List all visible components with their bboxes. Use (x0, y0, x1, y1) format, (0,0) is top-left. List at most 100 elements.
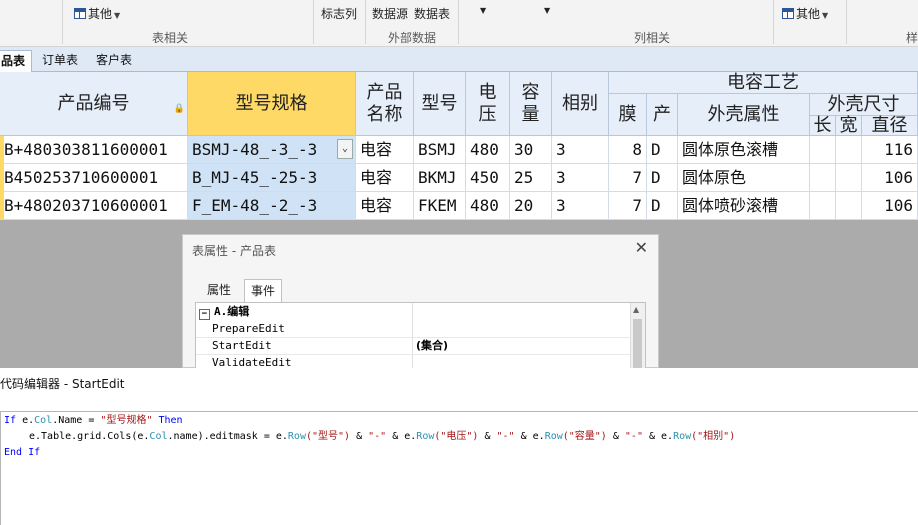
cell-model[interactable]: BSMJ (414, 136, 466, 164)
code-token: Row (287, 431, 306, 442)
document-tab-bar: 品表 订单表 客户表 (0, 47, 918, 72)
other-button-2[interactable]: 其他 ▼ (782, 5, 828, 22)
code-line-2[interactable]: e.Table.grid.Cols(e.Col.name).editmask =… (29, 430, 735, 444)
property-category[interactable]: − A.编辑 (196, 304, 632, 320)
cell-shell-attr[interactable]: 圆体喷砂滚槽 (678, 192, 810, 220)
tab-product-table[interactable]: 品表 (0, 50, 33, 72)
cell-length[interactable] (810, 192, 836, 220)
cell-name[interactable]: 电容 (356, 192, 414, 220)
property-value[interactable]: (集合) (416, 337, 448, 354)
column-header-diameter[interactable]: 直径 (862, 115, 918, 136)
cell-capacity[interactable]: 20 (510, 192, 552, 220)
code-string: ("型号") (305, 431, 351, 442)
chevron-down-icon[interactable]: ⌄ (337, 139, 353, 159)
cell-spec[interactable]: F_EM-48_-2_-3 (188, 192, 356, 220)
code-token: .name).editmask = e. (167, 431, 288, 442)
cell-film[interactable]: 8 (609, 136, 647, 164)
cell-model[interactable]: BKMJ (414, 164, 466, 192)
cell-length[interactable] (810, 164, 836, 192)
cell-voltage[interactable]: 480 (466, 192, 510, 220)
table-properties-dialog: 表属性 - 产品表 ✕ 属性 事件 − A.编辑 PrepareEdit Star… (182, 234, 659, 369)
data-source-button[interactable]: 数据源 (372, 5, 408, 22)
dropdown-arrow-icon[interactable]: ▼ (480, 6, 486, 15)
column-header-width[interactable]: 宽 (836, 115, 862, 136)
cell-product-no[interactable]: B450253710600001 (0, 164, 188, 192)
cell-shell-attr[interactable]: 圆体原色滚槽 (678, 136, 810, 164)
cell-width[interactable] (836, 164, 862, 192)
column-header-film[interactable]: 膜 (609, 94, 647, 136)
cell-name[interactable]: 电容 (356, 164, 414, 192)
group-label-column: 列相关 (634, 31, 671, 45)
ribbon: 其他 ▼ 表相关 标志列 数据源 数据表 外部数据 ▼ ▼ 列相关 其他 ▼ 样 (0, 0, 918, 47)
tab-properties[interactable]: 属性 (201, 279, 237, 301)
cell-phase[interactable]: 3 (552, 136, 609, 164)
code-editor-title: 代码编辑器 - StartEdit (0, 377, 125, 391)
cell-product-no[interactable]: B+480303811600001 (0, 136, 188, 164)
column-header-product-no[interactable]: 产品编号 🔒 (0, 72, 188, 136)
cell-product-no[interactable]: B+480203710600001 (0, 192, 188, 220)
column-header-prod[interactable]: 产 (647, 94, 678, 136)
cell-diameter[interactable]: 106 (862, 164, 918, 192)
cell-prod[interactable]: D (647, 136, 678, 164)
cell-diameter[interactable]: 106 (862, 192, 918, 220)
property-row[interactable]: PrepareEdit (196, 320, 632, 338)
scroll-thumb[interactable] (633, 319, 642, 368)
cell-prod[interactable]: D (647, 164, 678, 192)
collapse-icon[interactable]: − (199, 309, 210, 320)
cell-capacity[interactable]: 25 (510, 164, 552, 192)
cell-film[interactable]: 7 (609, 164, 647, 192)
code-line-1[interactable]: If e.Col.Name = "型号规格" Then (4, 414, 183, 428)
cell-phase[interactable]: 3 (552, 192, 609, 220)
other-label: 其他 (88, 7, 113, 21)
close-icon[interactable]: ✕ (635, 238, 648, 257)
cell-length[interactable] (810, 136, 836, 164)
code-string: ("相别") (691, 431, 736, 442)
data-table-button[interactable]: 数据表 (414, 5, 450, 22)
column-header-voltage[interactable]: 电 压 (466, 72, 510, 136)
marker-column-button[interactable]: 标志列 (321, 5, 357, 22)
cell-spec[interactable]: B_MJ-45_-25-3 (188, 164, 356, 192)
tab-events[interactable]: 事件 (244, 279, 283, 302)
cell-model[interactable]: FKEM (414, 192, 466, 220)
cell-shell-attr[interactable]: 圆体原色 (678, 164, 810, 192)
data-grid[interactable]: 产品编号 🔒 型号规格 产品 名称 型号 电 压 容 量 相别 电容工艺 膜 产… (0, 72, 918, 220)
code-string: "-" (624, 431, 643, 442)
cell-voltage[interactable]: 450 (466, 164, 510, 192)
kw-end: End (4, 447, 23, 458)
other-button-1[interactable]: 其他 ▼ (74, 5, 120, 22)
cell-diameter[interactable]: 116 (862, 136, 918, 164)
tab-order-table[interactable]: 订单表 (36, 50, 84, 71)
cell-width[interactable] (836, 192, 862, 220)
cell-phase[interactable]: 3 (552, 164, 609, 192)
column-header-model[interactable]: 型号 (414, 72, 466, 136)
ribbon-separator (458, 0, 459, 44)
cell-name[interactable]: 电容 (356, 136, 414, 164)
cell-width[interactable] (836, 136, 862, 164)
vertical-scrollbar[interactable]: ▲ (630, 303, 645, 368)
code-token: Col (149, 431, 168, 442)
ribbon-separator (846, 0, 847, 44)
property-grid[interactable]: − A.编辑 PrepareEdit StartEdit (集合) Validat… (195, 302, 646, 369)
scroll-up-icon[interactable]: ▲ (633, 305, 639, 314)
dropdown-arrow-icon[interactable]: ▼ (544, 6, 550, 15)
code-token: e (22, 415, 29, 426)
column-header-name[interactable]: 产品 名称 (356, 72, 414, 136)
cell-voltage[interactable]: 480 (466, 136, 510, 164)
category-label: A.编辑 (214, 305, 250, 318)
cell-spec-editing[interactable]: BSMJ-48_-3_-3 ⌄ (188, 136, 356, 164)
column-header-shell-attr[interactable]: 外壳属性 (678, 94, 810, 136)
column-header-spec[interactable]: 型号规格 (188, 72, 356, 136)
cell-capacity[interactable]: 30 (510, 136, 552, 164)
code-string: "-" (496, 431, 515, 442)
property-row[interactable]: StartEdit (集合) (196, 337, 632, 355)
code-editor[interactable]: If e.Col.Name = "型号规格" Then e.Table.grid… (0, 411, 918, 525)
cell-prod[interactable]: D (647, 192, 678, 220)
cell-film[interactable]: 7 (609, 192, 647, 220)
column-header-capacity[interactable]: 容 量 (510, 72, 552, 136)
code-line-3[interactable]: End If (4, 446, 40, 460)
column-header-length[interactable]: 长 (810, 115, 836, 136)
column-group-shell-size: 外壳尺寸 (810, 94, 918, 116)
tab-customer-table[interactable]: 客户表 (90, 50, 138, 71)
property-row[interactable]: ValidateEdit (196, 354, 632, 368)
column-header-phase[interactable]: 相别 (552, 72, 609, 136)
